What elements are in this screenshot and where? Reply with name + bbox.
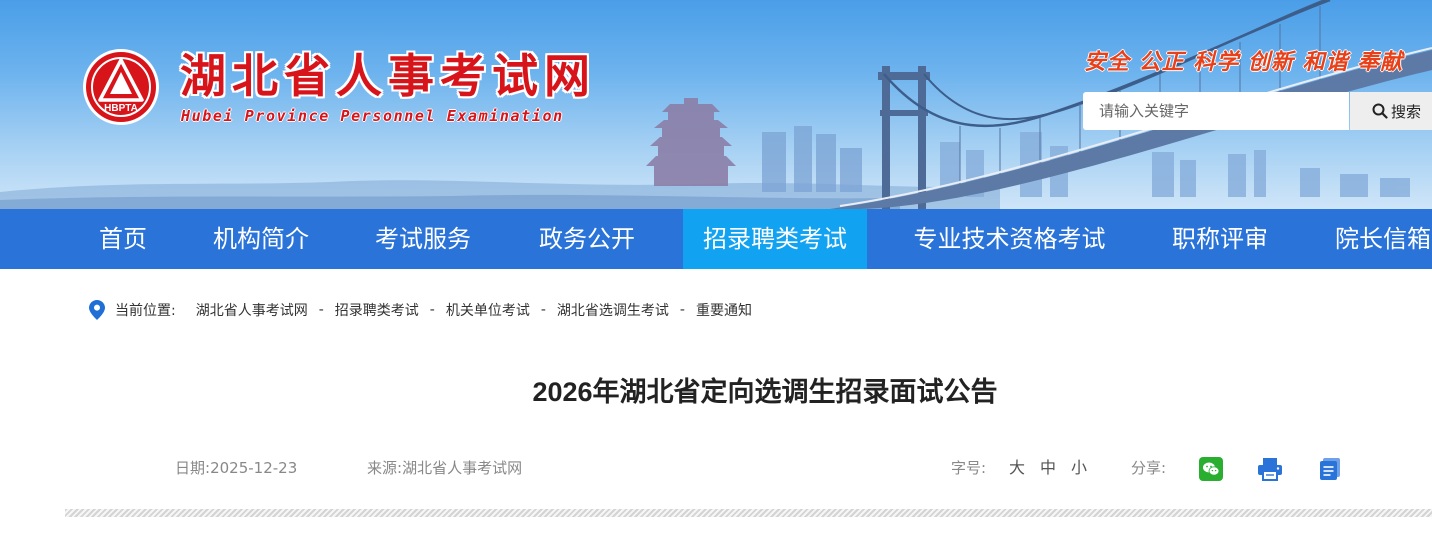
breadcrumb-separator: - xyxy=(679,302,685,318)
document-icon[interactable] xyxy=(1318,457,1342,481)
nav-item-about[interactable]: 机构简介 xyxy=(196,209,326,269)
breadcrumb-item-selected-graduates[interactable]: 湖北省选调生考试 xyxy=(557,300,669,320)
date-value: 2025-12-23 xyxy=(210,459,298,477)
nav-item-professional-qualification[interactable]: 专业技术资格考试 xyxy=(897,209,1122,269)
search-icon xyxy=(1372,103,1388,119)
nav-item-exam-services[interactable]: 考试服务 xyxy=(358,209,488,269)
main-navigation: 首页 机构简介 考试服务 政务公开 招录聘类考试 专业技术资格考试 职称评审 院… xyxy=(0,209,1432,269)
search-button[interactable]: 搜索 xyxy=(1350,92,1432,130)
breadcrumb-label: 当前位置: xyxy=(115,303,176,319)
font-size-large-button[interactable]: 大 xyxy=(1009,456,1025,480)
search-button-label: 搜索 xyxy=(1391,102,1422,121)
share-label: 分享: xyxy=(1131,459,1167,477)
breadcrumb-separator: - xyxy=(318,302,324,318)
font-size-medium-button[interactable]: 中 xyxy=(1040,456,1056,480)
wechat-icon[interactable] xyxy=(1199,457,1223,481)
nav-item-director-mailbox[interactable]: 院长信箱 xyxy=(1318,209,1432,269)
date-label: 日期: xyxy=(175,459,211,477)
breadcrumb-separator: - xyxy=(429,302,435,318)
source-label: 来源: xyxy=(367,459,403,477)
logo-text: HBPTA xyxy=(104,103,138,114)
source-value: 湖北省人事考试网 xyxy=(402,459,523,477)
nav-item-home[interactable]: 首页 xyxy=(75,209,171,269)
article-title: 2026年湖北省定向选调生招录面试公告 xyxy=(532,377,998,407)
font-size-label: 字号: xyxy=(951,459,987,477)
nav-item-recruitment-exams[interactable]: 招录聘类考试 xyxy=(683,209,867,269)
breadcrumb-separator: - xyxy=(540,302,546,318)
article-divider xyxy=(65,509,1432,517)
printer-icon[interactable] xyxy=(1257,457,1283,481)
breadcrumb-item-agency-exams[interactable]: 机关单位考试 xyxy=(446,300,530,320)
article-source: 来源:湖北省人事考试网 xyxy=(367,456,522,480)
hbpta-logo: HBPTA xyxy=(83,49,159,125)
header-banner: HBPTA 湖北省人事考试网 Hubei Province Personnel … xyxy=(0,0,1432,209)
breadcrumb-item-recruitment-exams[interactable]: 招录聘类考试 xyxy=(335,300,419,320)
site-subtitle: Hubei Province Personnel Examination xyxy=(181,107,564,125)
search-input[interactable] xyxy=(1083,92,1349,130)
nav-item-title-review[interactable]: 职称评审 xyxy=(1155,209,1285,269)
nav-item-government-affairs[interactable]: 政务公开 xyxy=(522,209,652,269)
breadcrumb-item-home[interactable]: 湖北省人事考试网 xyxy=(196,300,308,320)
site-motto: 安全 公正 科学 创新 和谐 奉献 xyxy=(1084,50,1404,75)
article-date: 日期:2025-12-23 xyxy=(175,456,297,480)
location-pin-icon xyxy=(89,300,105,320)
breadcrumb-item-important-notices[interactable]: 重要通知 xyxy=(696,300,752,320)
site-title[interactable]: 湖北省人事考试网 xyxy=(180,48,596,104)
breadcrumb: 当前位置: 湖北省人事考试网 - 招录聘类考试 - 机关单位考试 - 湖北省选调… xyxy=(89,298,752,322)
font-size-small-button[interactable]: 小 xyxy=(1071,456,1087,480)
